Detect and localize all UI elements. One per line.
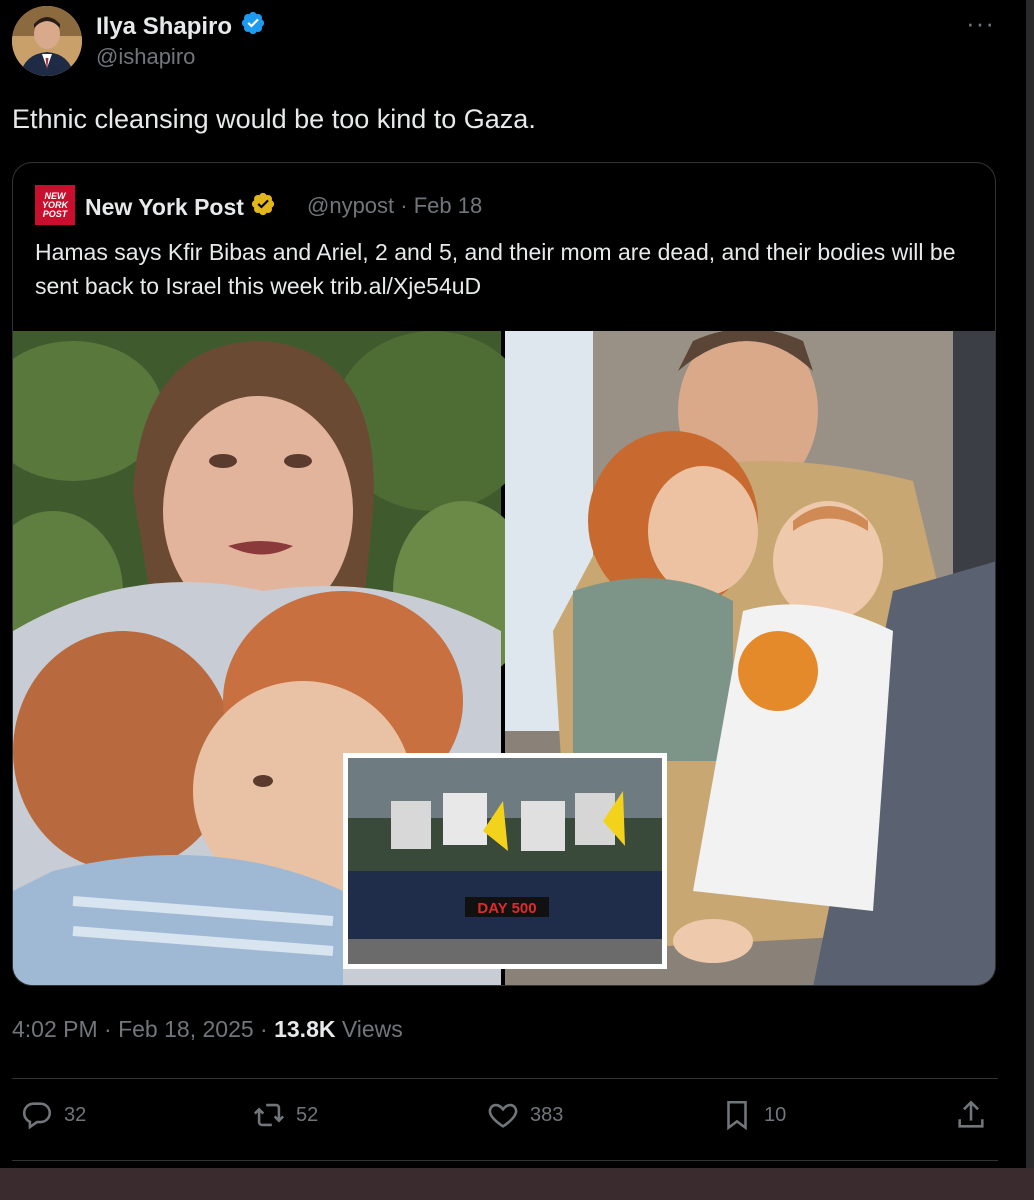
- bookmark-count: 10: [764, 1103, 787, 1126]
- quoted-media-image[interactable]: DAY 500: [13, 326, 995, 985]
- bookmark-icon: [727, 1100, 747, 1131]
- views-count: 13.8K: [274, 1016, 336, 1042]
- verified-badge-icon: [240, 10, 266, 43]
- repost-count: 52: [296, 1103, 319, 1126]
- divider-bottom: [12, 1160, 998, 1161]
- heart-icon: [488, 1103, 518, 1128]
- quoted-author-name[interactable]: New York Post: [85, 191, 276, 223]
- author-handle[interactable]: @ishapiro: [96, 44, 195, 70]
- author-name[interactable]: Ilya Shapiro: [96, 10, 266, 43]
- repost-icon: [253, 1103, 285, 1127]
- more-options-icon[interactable]: ···: [966, 8, 995, 39]
- gold-verified-badge-icon: [250, 191, 276, 223]
- window-edge: [1026, 0, 1034, 1168]
- bookmark-button[interactable]: 10: [720, 1098, 786, 1132]
- like-count: 383: [530, 1103, 564, 1126]
- tweet-timestamp[interactable]: 4:02 PM · Feb 18, 2025 · 13.8K Views: [12, 1016, 403, 1043]
- reply-icon: [22, 1102, 52, 1130]
- quoted-tweet-text: Hamas says Kfir Bibas and Ariel, 2 and 5…: [35, 239, 956, 299]
- author-name-text[interactable]: Ilya Shapiro: [96, 13, 232, 41]
- time-date-text[interactable]: 4:02 PM · Feb 18, 2025 ·: [12, 1016, 274, 1042]
- action-bar: 32 52 383 10: [0, 1098, 1034, 1142]
- reply-count: 32: [64, 1103, 87, 1126]
- quoted-author-name-text[interactable]: New York Post: [85, 194, 244, 221]
- share-button[interactable]: [954, 1098, 988, 1132]
- quoted-handle-date[interactable]: @nypost · Feb 18: [307, 193, 482, 219]
- divider-top: [12, 1078, 998, 1079]
- like-button[interactable]: 383: [486, 1098, 563, 1132]
- views-label: Views: [335, 1016, 403, 1042]
- day-500-banner-text: DAY 500: [477, 900, 536, 917]
- bottom-strip: [0, 1168, 1034, 1200]
- share-icon: [958, 1100, 984, 1128]
- protest-inset-photo: DAY 500: [343, 753, 667, 969]
- quoted-tweet-card[interactable]: NEW YORK POST New York Post @nypost · Feb …: [12, 162, 996, 986]
- reply-button[interactable]: 32: [20, 1098, 86, 1132]
- tweet-text: Ethnic cleansing would be too kind to Ga…: [12, 104, 536, 134]
- nypost-logo: NEW YORK POST: [35, 185, 75, 225]
- repost-button[interactable]: 52: [252, 1098, 318, 1132]
- author-avatar[interactable]: [12, 6, 82, 76]
